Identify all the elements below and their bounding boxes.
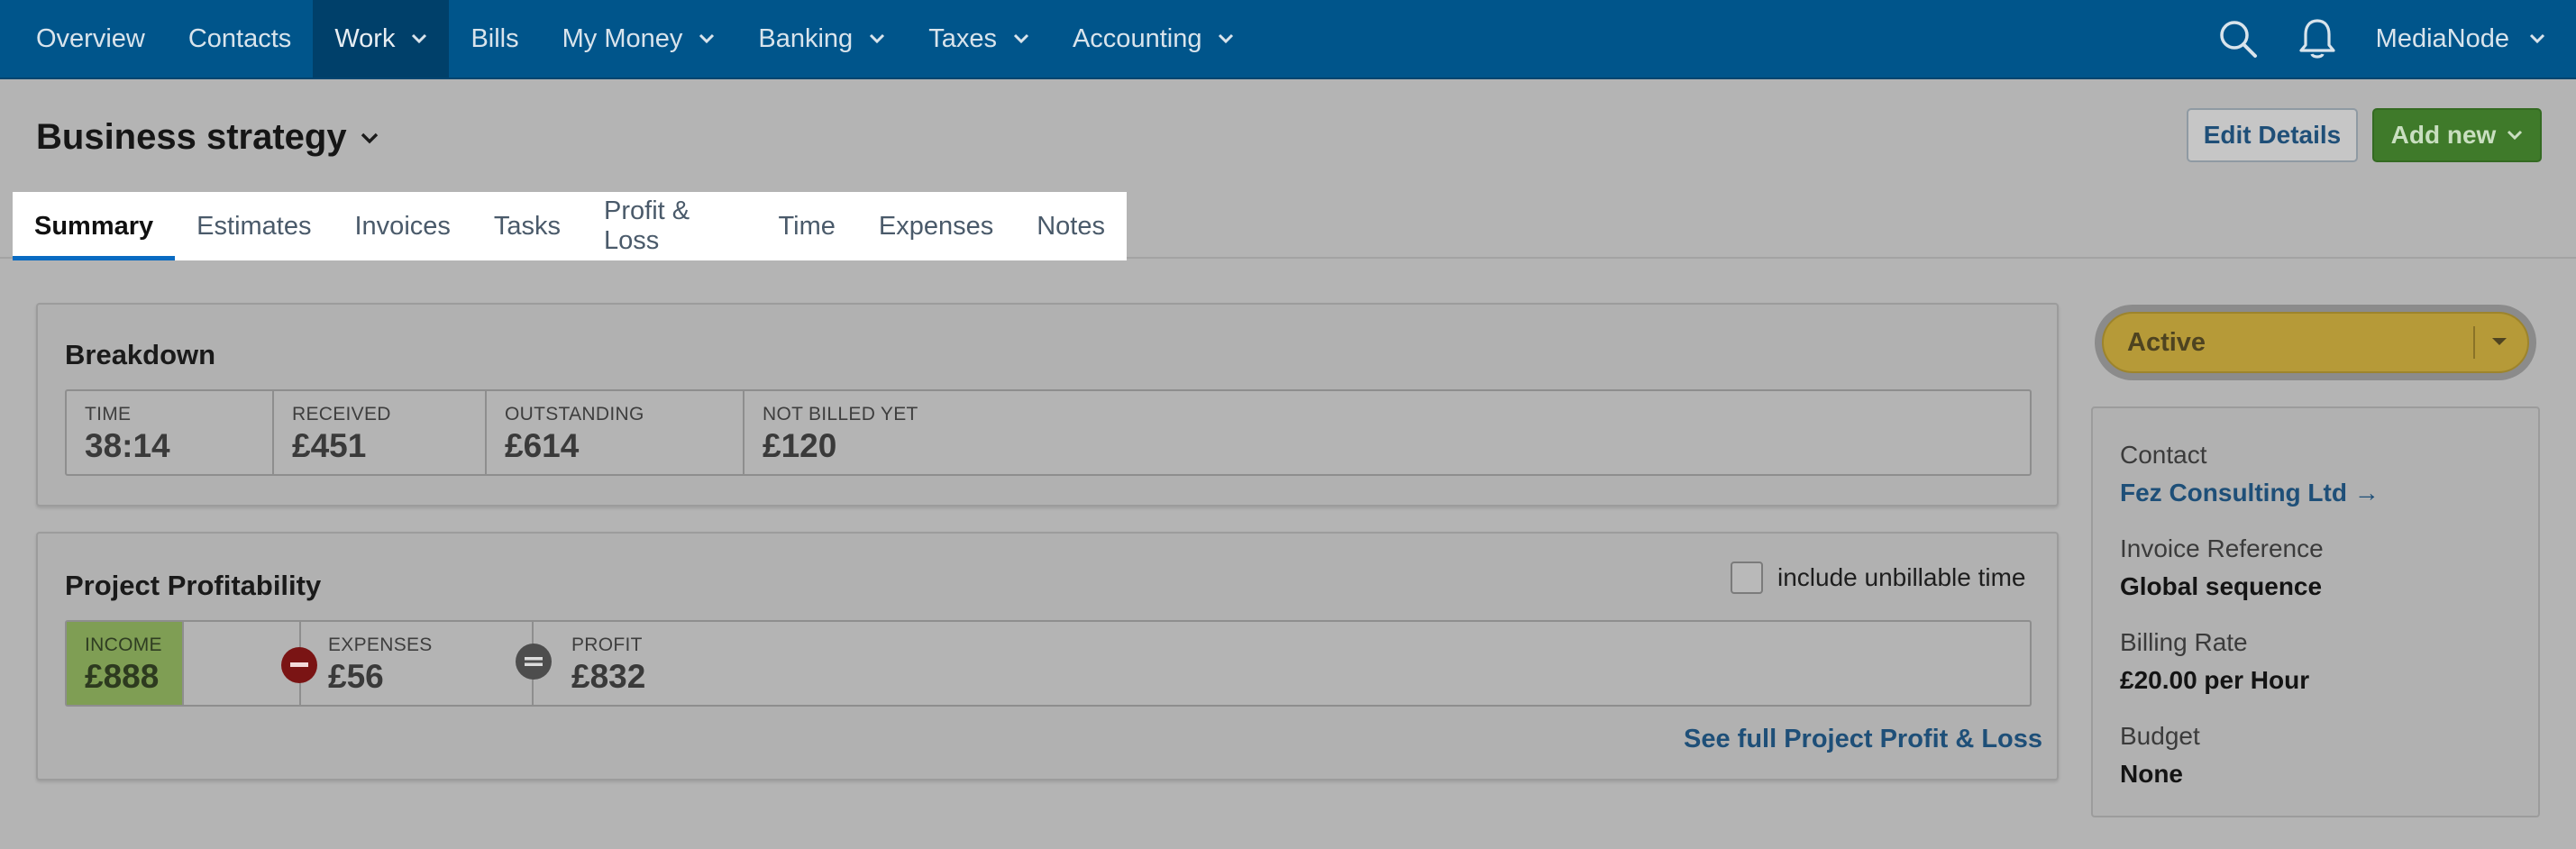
budget-value: None <box>2120 760 2183 788</box>
search-icon[interactable] <box>2210 11 2266 67</box>
detail-billing-rate: Billing Rate £20.00 per Hour <box>2120 628 2309 695</box>
stat-received: RECEIVED £451 <box>274 391 487 474</box>
billing-rate-value: £20.00 per Hour <box>2120 666 2310 694</box>
detail-contact: Contact Fez Consulting Ltd → <box>2120 441 2380 507</box>
nav-banking-label: Banking <box>758 23 854 53</box>
stat-not-billed-value: £120 <box>763 427 837 464</box>
tab-estimates[interactable]: Estimates <box>175 192 333 260</box>
stat-time-label: TIME <box>85 404 132 424</box>
stat-profit: PROFIT £832 <box>534 622 2030 705</box>
nav-taxes[interactable]: Taxes <box>907 0 1051 78</box>
stat-income-value: £888 <box>85 658 160 695</box>
stat-outstanding: OUTSTANDING £614 <box>487 391 744 474</box>
stat-expenses-value: £56 <box>328 658 384 695</box>
detail-budget: Budget None <box>2120 722 2200 789</box>
profitability-stats: INCOME £888 EXPENSES £56 PROFIT £832 <box>65 620 2032 707</box>
invoice-reference-value: Global sequence <box>2120 572 2323 600</box>
chevron-down-icon <box>411 33 427 44</box>
nav-work[interactable]: Work <box>313 0 450 78</box>
nav-overview[interactable]: Overview <box>14 0 167 78</box>
status-dropdown[interactable]: Active <box>2095 305 2536 380</box>
budget-label: Budget <box>2120 722 2200 750</box>
nav-accounting-label: Accounting <box>1072 23 1202 53</box>
project-details-card: Contact Fez Consulting Ltd → Invoice Ref… <box>2091 406 2540 817</box>
breakdown-stats: TIME 38:14 RECEIVED £451 OUTSTANDING £61… <box>65 389 2032 476</box>
contact-link[interactable]: Fez Consulting Ltd → <box>2120 479 2380 507</box>
nav-contacts-label: Contacts <box>187 23 292 53</box>
add-new-label: Add new <box>2390 121 2497 149</box>
tab-time[interactable]: Time <box>757 192 857 260</box>
chevron-down-icon <box>2507 130 2523 141</box>
nav-overview-label: Overview <box>36 23 145 53</box>
chevron-down-icon <box>1218 33 1234 44</box>
stat-outstanding-label: OUTSTANDING <box>505 404 644 424</box>
project-tabs: Summary Estimates Invoices Tasks Profit … <box>13 192 1127 260</box>
status-value: Active <box>2127 327 2206 357</box>
caret-down-icon <box>2491 337 2507 346</box>
breakdown-title: Breakdown <box>65 339 216 370</box>
tab-invoices[interactable]: Invoices <box>333 192 472 260</box>
billing-rate-label: Billing Rate <box>2120 628 2248 656</box>
nav-my-money-label: My Money <box>562 23 683 53</box>
page-title: Business strategy <box>36 117 347 157</box>
nav-utilities: MediaNode <box>2210 0 2576 78</box>
stat-profit-value: £832 <box>571 658 646 695</box>
main-menu: Overview Contacts Work Bills My Money Ba… <box>0 0 1256 78</box>
status-select[interactable]: Active <box>2102 312 2529 373</box>
nav-taxes-label: Taxes <box>928 23 997 53</box>
tab-expenses[interactable]: Expenses <box>857 192 1015 260</box>
stat-profit-label: PROFIT <box>571 634 643 655</box>
breakdown-card: Breakdown TIME 38:14 RECEIVED £451 OUTST… <box>36 303 2059 507</box>
nav-my-money[interactable]: My Money <box>541 0 737 78</box>
nav-accounting[interactable]: Accounting <box>1051 0 1256 78</box>
edit-details-label: Edit Details <box>2203 121 2342 149</box>
stat-received-label: RECEIVED <box>292 404 391 424</box>
tab-profit-and-loss[interactable]: Profit & Loss <box>582 192 756 260</box>
tab-summary[interactable]: Summary <box>13 192 176 260</box>
tab-tasks[interactable]: Tasks <box>472 192 582 260</box>
stat-received-value: £451 <box>292 427 367 464</box>
bell-icon[interactable] <box>2289 11 2345 67</box>
add-new-button[interactable]: Add new <box>2372 108 2542 162</box>
stat-not-billed-yet: NOT BILLED YET £120 <box>744 391 2030 474</box>
edit-details-button[interactable]: Edit Details <box>2187 108 2358 162</box>
nav-work-label: Work <box>334 23 396 53</box>
chevron-down-icon <box>360 132 379 144</box>
contact-label: Contact <box>2120 441 2207 469</box>
nav-bills[interactable]: Bills <box>449 0 540 78</box>
stat-expenses: EXPENSES £56 <box>301 622 534 705</box>
stat-outstanding-value: £614 <box>505 427 580 464</box>
unbillable-checkbox[interactable] <box>1731 561 1763 594</box>
stat-expenses-label: EXPENSES <box>328 634 433 655</box>
account-name: MediaNode <box>2375 23 2509 53</box>
unbillable-label: include unbillable time <box>1777 563 2026 591</box>
tab-notes[interactable]: Notes <box>1015 192 1127 260</box>
nav-bills-label: Bills <box>470 23 519 53</box>
see-full-profit-loss-link[interactable]: See full Project Profit & Loss <box>1684 725 2042 754</box>
chevron-down-icon <box>699 33 715 44</box>
profitability-title: Project Profitability <box>65 570 322 601</box>
chevron-down-icon <box>2529 33 2545 44</box>
detail-invoice-reference: Invoice Reference Global sequence <box>2120 534 2324 601</box>
minus-icon <box>281 647 317 683</box>
nav-banking[interactable]: Banking <box>736 0 907 78</box>
include-unbillable-toggle[interactable]: include unbillable time <box>1731 561 2026 594</box>
stat-time: TIME 38:14 <box>67 391 274 474</box>
nav-contacts[interactable]: Contacts <box>167 0 313 78</box>
chevron-down-icon <box>869 33 885 44</box>
stat-not-billed-label: NOT BILLED YET <box>763 404 918 424</box>
top-navigation: Overview Contacts Work Bills My Money Ba… <box>0 0 2576 79</box>
stat-income-label: INCOME <box>85 634 162 655</box>
chevron-down-icon <box>1013 33 1029 44</box>
stat-income: INCOME £888 <box>67 622 184 705</box>
equals-icon <box>516 644 552 680</box>
account-menu[interactable]: MediaNode <box>2376 24 2545 54</box>
invoice-reference-label: Invoice Reference <box>2120 534 2324 562</box>
status-divider <box>2473 326 2475 359</box>
project-title-dropdown[interactable]: Business strategy <box>36 117 379 158</box>
stat-time-value: 38:14 <box>85 427 170 464</box>
